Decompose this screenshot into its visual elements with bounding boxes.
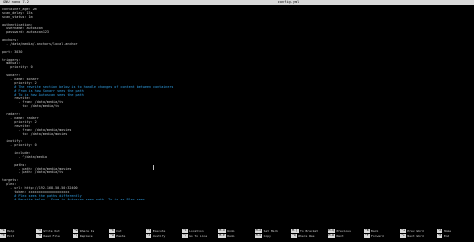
shortcut-label: Forward	[371, 233, 384, 238]
shortcut-key: ^▸	[400, 233, 406, 238]
shortcut-item[interactable]: M-W Next	[327, 233, 364, 239]
shortcut-key: ^Q	[291, 233, 297, 238]
file-name: config.yml	[277, 0, 300, 4]
shortcut-key: ^T	[145, 229, 152, 234]
shortcut-key: ^A	[436, 229, 443, 234]
shortcut-label: Next Word	[407, 233, 424, 238]
shortcut-key: ^O	[36, 229, 43, 234]
shortcut-label: Go To Line	[189, 233, 208, 238]
shortcut-key: ^W	[72, 229, 79, 234]
editor-line[interactable]: # Rewrite below - From is Autoscan seen …	[2, 198, 470, 200]
shortcut-row-2: ^X Exit ^R Read File ^\ Replace ^U Paste ^J Justi…	[0, 234, 474, 239]
shortcut-item[interactable]: ^J Justify	[145, 233, 182, 239]
shortcut-key: M-U	[218, 229, 226, 234]
shortcut-label: Paste	[116, 233, 126, 238]
shortcut-key: ^◂	[400, 229, 406, 234]
shortcut-key: ^/	[181, 233, 188, 238]
shortcut-bar: ^G Help ^O Write Out ^W Where Is ^K Cut ^T Execut…	[0, 229, 474, 242]
shortcut-key: ^U	[109, 233, 115, 238]
shortcut-label: Read File	[43, 233, 60, 238]
shortcut-item[interactable]: ^U Paste	[109, 234, 145, 239]
shortcut-item[interactable]: ^F Forward	[363, 233, 400, 239]
app-version: GNU nano 7.2	[3, 0, 29, 4]
shortcut-key: ^J	[145, 233, 152, 238]
shortcut-key: ^X	[0, 233, 6, 238]
shortcut-key: ^E	[436, 233, 443, 238]
title-bar: GNU nano 7.2 config.yml	[0, 0, 474, 5]
shortcut-item[interactable]: M-6 Copy	[254, 233, 291, 239]
shortcut-key: ^B	[363, 229, 370, 234]
shortcut-label: End	[443, 233, 450, 238]
shortcut-key: ^C	[181, 229, 188, 234]
shortcut-item[interactable]: ^\ Replace	[72, 233, 109, 239]
text-cursor	[153, 165, 154, 170]
shortcut-key: M-E	[218, 233, 226, 238]
shortcut-item[interactable]: ^X Exit	[0, 234, 36, 239]
shortcut-label: Copy	[263, 233, 271, 238]
shortcut-item[interactable]: ^R Read File	[36, 234, 72, 239]
shortcut-key: M-A	[254, 229, 263, 234]
shortcut-key: M-]	[291, 229, 299, 234]
shortcut-key: M-W	[327, 233, 335, 238]
shortcut-label: Exit	[7, 233, 15, 238]
shortcut-item[interactable]: ^E End	[436, 233, 473, 239]
shortcut-key: ^R	[36, 233, 43, 238]
shortcut-key: ^G	[0, 229, 6, 234]
shortcut-item[interactable]: ^/Go To Line	[181, 233, 218, 239]
shortcut-label: Justify	[152, 233, 166, 238]
shortcut-item[interactable]: ^▸ Next Word	[400, 234, 436, 239]
shortcut-item[interactable]: M-E Redo	[218, 234, 254, 239]
shortcut-label: Next	[336, 233, 344, 238]
shortcut-label: Redo	[227, 233, 235, 238]
shortcut-item[interactable]: ^Q Where Was	[291, 234, 327, 239]
shortcut-key: ^F	[363, 233, 370, 238]
shortcut-key: M-6	[254, 233, 263, 238]
shortcut-label: Replace	[79, 233, 93, 238]
shortcut-key: ^K	[109, 229, 115, 234]
shortcut-key: ^\	[72, 233, 79, 238]
shortcut-label: Where Was	[298, 233, 315, 238]
shortcut-key: M-Q	[327, 229, 335, 234]
editor-area[interactable]: container_age: 2m scan_delay: 15s scan_sta…	[2, 8, 470, 200]
